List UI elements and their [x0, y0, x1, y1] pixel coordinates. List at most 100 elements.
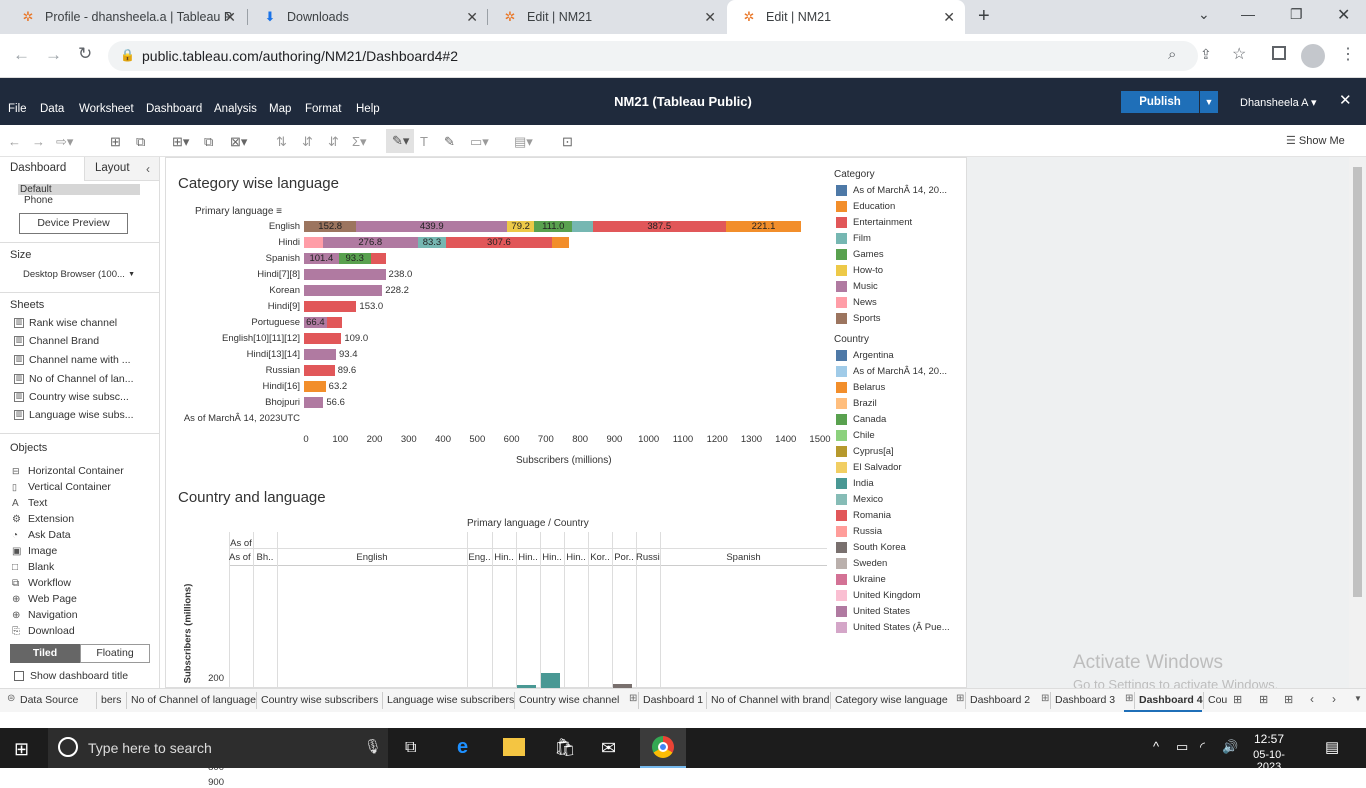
- new-sheet-icon[interactable]: ⊞▾: [172, 134, 189, 150]
- bar-segment[interactable]: 83.3: [417, 237, 447, 248]
- annotate-icon[interactable]: ✎: [444, 134, 455, 150]
- column-header[interactable]: Hin..: [564, 552, 588, 563]
- bar-segment[interactable]: 387.5: [592, 221, 726, 232]
- bar-segment[interactable]: [304, 333, 342, 344]
- replay-icon[interactable]: ⇨▾: [56, 134, 73, 150]
- side-panel-icon[interactable]: [1272, 46, 1286, 60]
- close-icon[interactable]: ✕: [466, 9, 478, 26]
- bar-segment[interactable]: [326, 317, 343, 328]
- highlight-icon[interactable]: ✎▾: [386, 129, 414, 153]
- sheet-tab[interactable]: Data Source: [20, 694, 78, 706]
- object-navigation[interactable]: ⊕ Navigation: [12, 609, 78, 621]
- redo-icon[interactable]: →: [32, 134, 45, 149]
- clock-time[interactable]: 12:57: [1249, 732, 1289, 746]
- bar-segment[interactable]: [304, 349, 336, 360]
- microphone-icon[interactable]: 🎙: [364, 738, 382, 755]
- legend-item[interactable]: Film: [836, 233, 871, 244]
- undo-icon[interactable]: ←: [8, 134, 21, 149]
- sheet-tab[interactable]: Country wise subscribers: [261, 694, 378, 706]
- volume-icon[interactable]: 🔊: [1222, 739, 1238, 755]
- legend-item[interactable]: South Korea: [836, 542, 906, 553]
- legend-item[interactable]: As of MarchÂ 14, 20...: [836, 366, 947, 377]
- file-explorer-icon[interactable]: [503, 738, 525, 756]
- bar-segment[interactable]: 66.4: [304, 317, 327, 328]
- new-worksheet-icon[interactable]: ⊞: [1233, 693, 1242, 706]
- sheet-tab[interactable]: Dashboard 3: [1055, 694, 1115, 706]
- legend-item[interactable]: Canada: [836, 414, 886, 425]
- legend-item[interactable]: United States (Â Pue...: [836, 622, 950, 633]
- sheet-item[interactable]: ▥ Channel Brand: [14, 335, 99, 347]
- bar-segment[interactable]: [304, 381, 326, 392]
- profile-avatar-icon[interactable]: [1301, 44, 1325, 68]
- sheet-tab[interactable]: Country wise channel: [519, 694, 619, 706]
- legend-item[interactable]: How-to: [836, 265, 883, 276]
- browser-tab-profile[interactable]: ✲ Profile - dhansheela.a | Tableau P ✕: [6, 0, 246, 34]
- bar-segment[interactable]: [304, 237, 323, 248]
- tiled-button[interactable]: Tiled: [10, 644, 80, 663]
- sheet-tab[interactable]: Dashboard 2: [970, 694, 1030, 706]
- bookmark-star-icon[interactable]: ☆: [1232, 44, 1246, 64]
- sheet-tab[interactable]: Cou: [1208, 694, 1227, 706]
- present-icon[interactable]: ⊡: [562, 134, 573, 150]
- show-title-checkbox[interactable]: [14, 671, 24, 681]
- sheet-tab[interactable]: bers: [101, 694, 121, 706]
- sheet-tab[interactable]: No of Channel with brand: [711, 694, 830, 706]
- new-data-source-icon[interactable]: ⊞: [110, 134, 121, 150]
- edge-icon[interactable]: e: [457, 736, 468, 759]
- bar-segment[interactable]: [304, 397, 324, 408]
- collapse-panel-icon[interactable]: ‹: [146, 162, 150, 176]
- column-header[interactable]: Hin..: [540, 552, 564, 563]
- bar-segment[interactable]: 439.9: [356, 221, 508, 232]
- sort-icon[interactable]: ≡: [276, 206, 282, 217]
- zoom-icon[interactable]: ⌕: [1168, 46, 1176, 63]
- bar-segment[interactable]: [304, 285, 383, 296]
- show-me-button[interactable]: ☰ Show Me: [1286, 134, 1345, 147]
- tray-chevron-icon[interactable]: ^: [1153, 739, 1159, 754]
- labels-icon[interactable]: T: [420, 134, 428, 149]
- legend-item[interactable]: El Salvador: [836, 462, 902, 473]
- legend-item[interactable]: Sports: [836, 313, 880, 324]
- object-download[interactable]: ⎘ Download: [12, 625, 75, 637]
- store-icon[interactable]: 🛍: [554, 738, 576, 758]
- sheet-item[interactable]: ▥ Rank wise channel: [14, 317, 117, 329]
- floating-button[interactable]: Floating: [80, 644, 150, 663]
- object-blank[interactable]: □ Blank: [12, 561, 54, 573]
- clear-sheet-icon[interactable]: ⊠▾: [230, 134, 247, 150]
- legend-item[interactable]: Education: [836, 201, 895, 212]
- tab-dashboard[interactable]: Dashboard: [0, 157, 84, 181]
- new-story-icon[interactable]: ⊞: [1284, 693, 1293, 706]
- publish-dropdown-icon[interactable]: ▼: [1200, 91, 1218, 113]
- device-default[interactable]: Default: [18, 184, 140, 195]
- legend-item[interactable]: Chile: [836, 430, 875, 441]
- sheet-item[interactable]: ▥ No of Channel of lan...: [14, 373, 133, 385]
- sort-desc-icon[interactable]: ⇵: [328, 134, 339, 150]
- bar-segment[interactable]: [304, 301, 357, 312]
- legend-item[interactable]: News: [836, 297, 877, 308]
- publish-button[interactable]: Publish: [1121, 91, 1199, 113]
- new-dashboard-icon[interactable]: ⊞: [1259, 693, 1268, 706]
- wifi-icon[interactable]: ◜: [1200, 739, 1205, 755]
- device-preview-button[interactable]: Device Preview: [19, 213, 128, 234]
- column-header[interactable]: Por..: [612, 552, 636, 563]
- legend-item[interactable]: Ukraine: [836, 574, 886, 585]
- sheet-item[interactable]: ▥ Country wise subsc...: [14, 391, 129, 403]
- column-header[interactable]: Kor..: [588, 552, 612, 563]
- windows-start-icon[interactable]: ⊞: [14, 739, 29, 760]
- clock-date[interactable]: 05-10-2023: [1241, 749, 1297, 773]
- object-ask-data[interactable]: ◔ Ask Data: [12, 529, 71, 541]
- object-extension[interactable]: ⚙ Extension: [12, 513, 74, 525]
- legend-item[interactable]: Russia: [836, 526, 882, 537]
- column-header[interactable]: Hin..: [492, 552, 516, 563]
- totals-icon[interactable]: Σ▾: [352, 134, 367, 150]
- window-close-icon[interactable]: ✕: [1337, 5, 1350, 25]
- object-image[interactable]: ▣ Image: [12, 545, 57, 557]
- legend-item[interactable]: Romania: [836, 510, 891, 521]
- bar-segment[interactable]: [551, 237, 570, 248]
- sheet-tab[interactable]: Dashboard 1: [643, 694, 703, 706]
- bar-segment[interactable]: 152.8: [304, 221, 357, 232]
- back-icon[interactable]: ←: [13, 45, 30, 65]
- browser-tab-downloads[interactable]: ⬇ Downloads ✕: [248, 0, 488, 34]
- task-view-icon[interactable]: ⧉: [405, 739, 416, 757]
- browser-tab-edit-2[interactable]: ✲ Edit | NM21 ✕: [727, 0, 965, 34]
- column-header[interactable]: Eng..: [467, 552, 492, 563]
